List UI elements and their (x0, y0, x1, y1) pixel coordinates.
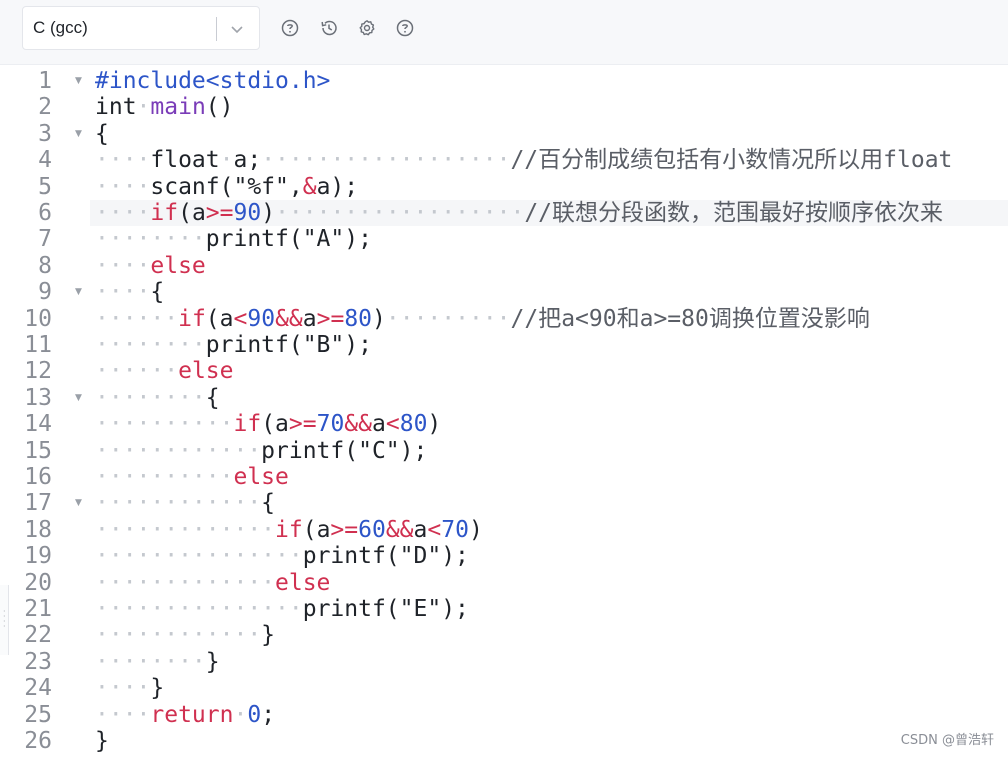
code-text: ·············if(a>=60&&a<70) (95, 516, 483, 543)
code-line[interactable]: 12 ······else (0, 358, 1008, 384)
watermark: CSDN @曾浩轩 (900, 733, 994, 748)
code-text: ········printf("B"); (95, 332, 372, 358)
code-text: { (95, 120, 109, 147)
line-number: 7 (38, 226, 52, 253)
code-text: ···············printf("E"); (95, 596, 469, 622)
line-number: 1 (38, 68, 52, 94)
code-line[interactable]: 26} (0, 728, 1008, 754)
code-text: ····return·0; (95, 701, 276, 728)
line-number: 17 (24, 490, 52, 517)
settings-icon[interactable] (358, 19, 376, 37)
code-line[interactable]: 21 ···············printf("E"); (0, 596, 1008, 622)
code-text: ······if(a<90&&a>=80)·········//把a<90和a>… (95, 305, 870, 332)
code-text: ·············else (95, 569, 331, 596)
line-number: 12 (24, 358, 52, 385)
code-text: int·main() (95, 94, 234, 121)
code-text: ····{ (95, 279, 165, 306)
code-text: ··········if(a>=70&&a<80) (95, 411, 442, 438)
fold-toggle-icon[interactable]: ▼ (75, 279, 82, 305)
code-line[interactable]: 18 ·············if(a>=60&&a<70) (0, 517, 1008, 543)
code-line[interactable]: 6 ····if(a>=90)··················//联想分段函数… (38, 200, 1008, 226)
code-text: ········} (95, 648, 220, 675)
question-icon[interactable] (396, 19, 414, 37)
language-select-value: C (gcc) (33, 18, 88, 37)
code-line[interactable]: 5 ····scanf("%f",&a); (0, 174, 1008, 200)
line-number: 25 (24, 701, 52, 728)
code-line[interactable]: 1 ▼ #include<stdio.h> (0, 68, 1008, 94)
code-text: ····float·a;··················//百分制成绩包括有… (95, 147, 953, 174)
code-text: ············printf("C"); (95, 437, 428, 464)
line-number: 5 (38, 173, 52, 200)
line-number: 11 (24, 332, 52, 358)
line-number: 16 (24, 464, 52, 490)
line-number: 22 (24, 622, 52, 649)
line-number: 18 (24, 516, 52, 543)
code-text: ····if(a>=90)··················//联想分段函数，… (95, 200, 944, 226)
history-icon[interactable] (320, 19, 338, 37)
line-number: 24 (24, 675, 52, 702)
line-number: 10 (24, 305, 52, 332)
line-number: 4 (38, 147, 52, 174)
editor-toolbar: C (gcc) (0, 0, 1008, 65)
code-line[interactable]: 15 ············printf("C"); (0, 438, 1008, 464)
line-number: 6 (38, 200, 52, 226)
select-divider (216, 17, 217, 41)
code-text: ············} (95, 622, 276, 649)
code-line[interactable]: 10 ······if(a<90&&a>=80)·········//把a<90和… (0, 306, 1008, 332)
code-line[interactable]: 2 int·main() (0, 94, 1008, 120)
code-line[interactable]: 9 ▼ ····{ (0, 279, 1008, 305)
fold-toggle-icon[interactable]: ▼ (75, 68, 82, 94)
fold-toggle-icon[interactable]: ▼ (75, 385, 82, 411)
code-line[interactable]: 16 ··········else (0, 464, 1008, 490)
code-line[interactable]: 24 ····} (0, 675, 1008, 701)
code-line[interactable]: 14 ··········if(a>=70&&a<80) (0, 411, 1008, 437)
line-number: 8 (38, 252, 52, 279)
code-line[interactable]: 13 ▼ ········{ (0, 385, 1008, 411)
code-line[interactable]: 3 ▼ { (0, 121, 1008, 147)
code-line[interactable]: 17 ▼ ············{ (0, 490, 1008, 516)
line-number: 3 (38, 120, 52, 147)
line-number: 20 (24, 569, 52, 596)
code-text: ····scanf("%f",&a); (95, 173, 359, 200)
code-text: ············{ (95, 490, 276, 517)
line-number: 9 (38, 279, 52, 306)
line-number: 21 (24, 596, 52, 622)
code-text: ········printf("A"); (95, 226, 372, 253)
code-text: #include<stdio.h> (95, 68, 331, 94)
code-line[interactable]: 25 ····return·0; (0, 702, 1008, 728)
code-editor[interactable]: · · · · 1 ▼ #include<stdio.h> 2 int·main() 3 ▼{4 ·… (0, 65, 1008, 758)
fold-toggle-icon[interactable]: ▼ (75, 121, 82, 147)
line-number: 23 (24, 648, 52, 675)
code-line[interactable]: 22 ············} (0, 622, 1008, 648)
line-number: 26 (24, 728, 52, 754)
code-line[interactable]: 4 ····float·a;··················//百分制成绩包括… (0, 147, 1008, 173)
code-line[interactable]: 19 ···············printf("D"); (0, 543, 1008, 569)
code-line[interactable]: 7 ········printf("A"); (0, 226, 1008, 252)
code-text: } (95, 728, 109, 754)
line-number: 15 (24, 437, 52, 464)
code-text: ········{ (95, 384, 220, 411)
code-text: ····} (95, 675, 165, 702)
code-text: ······else (95, 358, 234, 385)
fold-toggle-icon[interactable]: ▼ (75, 490, 82, 516)
code-line[interactable]: 11 ········printf("B"); (0, 332, 1008, 358)
line-number: 19 (24, 543, 52, 570)
code-text: ···············printf("D"); (95, 543, 469, 570)
chevron-down-icon[interactable] (229, 21, 245, 37)
code-line[interactable]: 20 ·············else (0, 570, 1008, 596)
line-number: 14 (24, 411, 52, 438)
code-text: ··········else (95, 464, 289, 490)
line-number: 13 (24, 384, 52, 411)
code-line[interactable]: 23 ········} (0, 649, 1008, 675)
help-icon[interactable] (281, 19, 299, 37)
code-line[interactable]: 8 ····else (0, 253, 1008, 279)
language-select[interactable]: C (gcc) (22, 6, 260, 50)
code-text: ····else (95, 252, 206, 279)
line-number: 2 (38, 94, 52, 121)
